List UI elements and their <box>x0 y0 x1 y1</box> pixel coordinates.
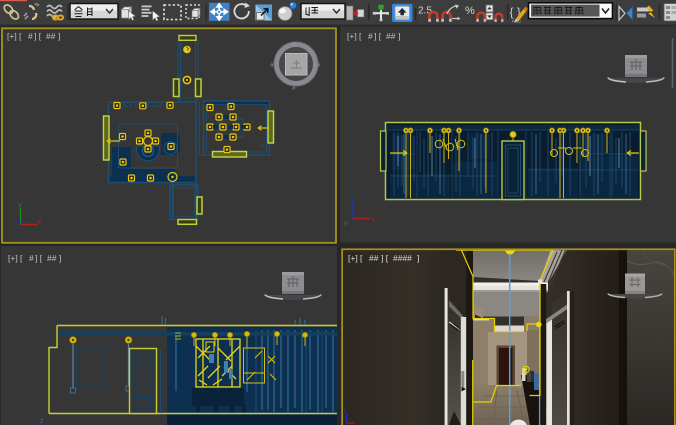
svg-text:]: ] <box>58 31 60 41</box>
svg-text:z: z <box>344 408 348 415</box>
svg-text:#: # <box>317 62 321 69</box>
svg-text:[+] [: [+] [ <box>7 31 22 41</box>
svg-text:[+] [: [+] [ <box>8 253 23 263</box>
svg-text:] [: ] [ <box>381 253 389 263</box>
svg-text:[+] [: [+] [ <box>348 253 363 263</box>
svg-text:] [: ] [ <box>374 31 382 41</box>
svg-text:z: z <box>40 418 44 425</box>
svg-text:%: % <box>465 5 475 17</box>
svg-text:##: ## <box>369 253 379 263</box>
svg-text:##: ## <box>47 253 57 263</box>
svg-text:##: ## <box>386 31 396 41</box>
svg-text:#: # <box>292 85 296 92</box>
svg-text:ABC: ABC <box>512 19 522 24</box>
svg-text:#: # <box>28 31 33 41</box>
svg-text:]: ] <box>59 253 61 263</box>
svg-text:[+] [: [+] [ <box>347 31 362 41</box>
svg-text:]: ] <box>417 253 419 263</box>
svg-text:z: z <box>17 217 21 226</box>
svg-text:#: # <box>270 62 274 69</box>
svg-text:y: y <box>18 200 22 209</box>
svg-text:y: y <box>344 218 348 227</box>
svg-text:#: # <box>368 31 373 41</box>
svg-text:x: x <box>372 215 376 224</box>
svg-text:x: x <box>38 217 42 226</box>
svg-text:##: ## <box>46 31 56 41</box>
svg-text:####: #### <box>393 253 412 263</box>
svg-text:] [: ] [ <box>35 253 43 263</box>
svg-text:#: # <box>292 41 296 48</box>
svg-text:] [: ] [ <box>34 31 42 41</box>
svg-text:#: # <box>29 253 34 263</box>
svg-text:]: ] <box>398 31 400 41</box>
svg-text:z: z <box>351 194 355 203</box>
